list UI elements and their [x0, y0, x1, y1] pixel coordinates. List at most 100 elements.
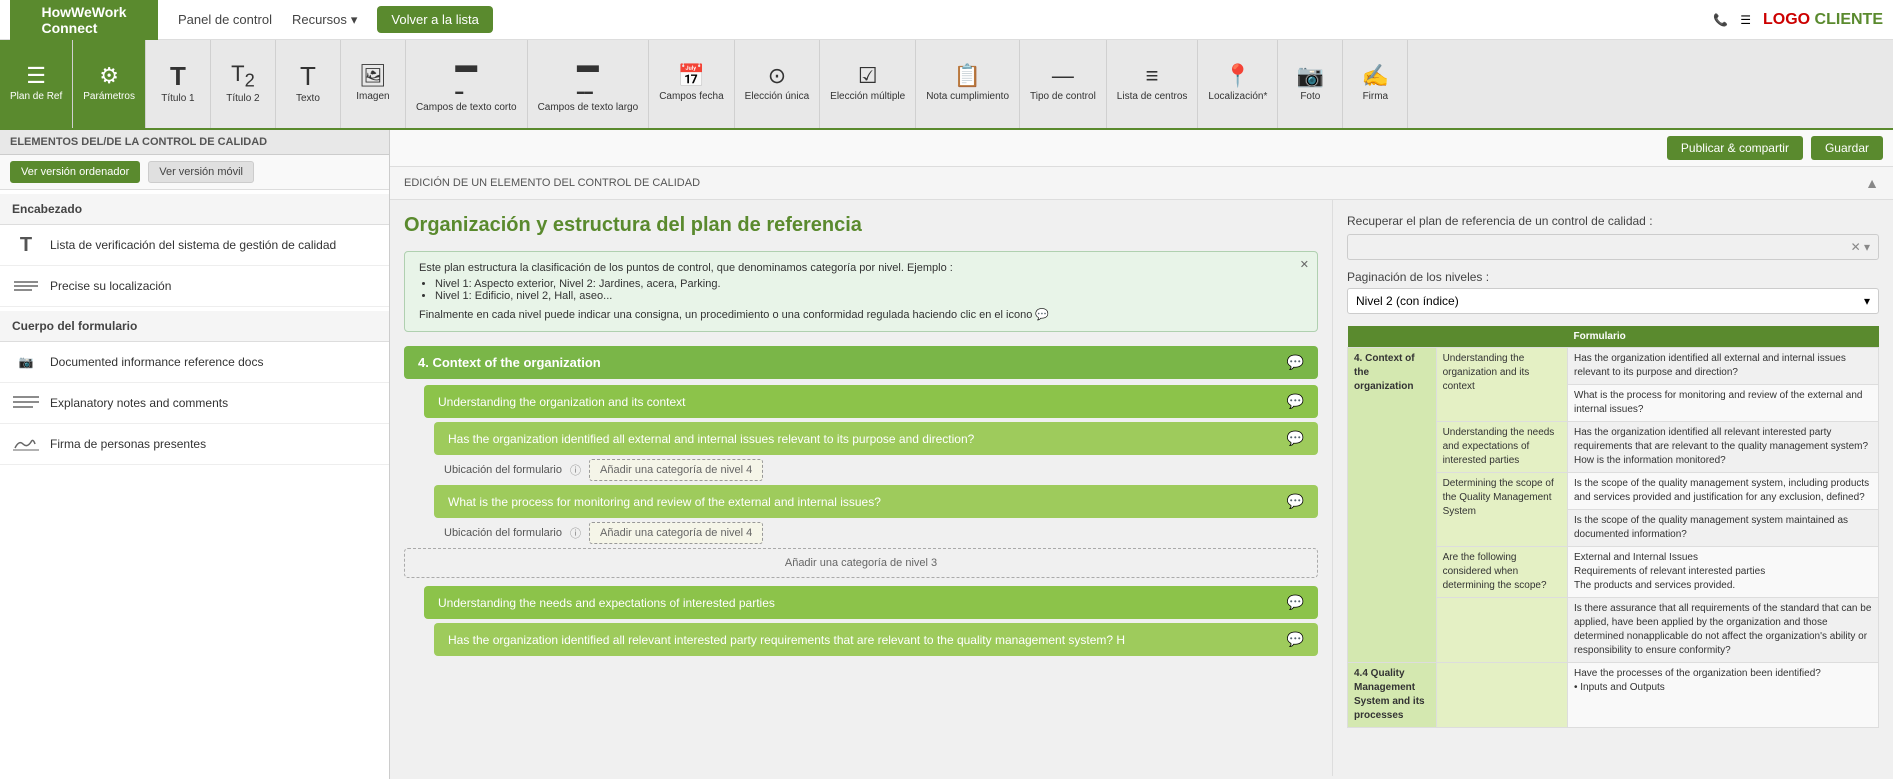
- tab-parametros[interactable]: ⚙ Parámetros: [73, 40, 146, 128]
- level2-44-cell: [1436, 663, 1567, 728]
- form-loc-row-1: Ubicación del formulario ⓘ Añadir una ca…: [444, 459, 1318, 481]
- form-loc-input-2[interactable]: Añadir una categoría de nivel 4: [589, 522, 763, 544]
- imagen-icon: 🖼: [359, 65, 387, 87]
- campos-corto-label: Campos de texto corto: [416, 102, 517, 114]
- form-loc-input-1[interactable]: Añadir una categoría de nivel 4: [589, 459, 763, 481]
- field-explanatory[interactable]: Explanatory notes and comments: [0, 383, 389, 424]
- info-bullet-1: Nivel 1: Aspecto exterior, Nivel 2: Jard…: [435, 278, 1303, 290]
- table-row: 4. Context of the organization Understan…: [1348, 348, 1879, 385]
- tab-imagen[interactable]: 🖼 Imagen: [341, 40, 406, 128]
- editor-title-label: EDICIÓN DE UN ELEMENTO DEL CONTROL DE CA…: [404, 177, 700, 189]
- info-bullet-2: Nivel 1: Edificio, nivel 2, Hall, aseo..…: [435, 290, 1303, 302]
- toolbar: ☰ Plan de Ref ⚙ Parámetros T Título 1 T2…: [0, 40, 1893, 130]
- level2-needs-cell: Understanding the needs and expectations…: [1436, 422, 1567, 473]
- q4-cell: Is the scope of the quality management s…: [1568, 473, 1879, 510]
- field-lista-verificacion[interactable]: T Lista de verificación del sistema de g…: [0, 225, 389, 266]
- tab-campos-fecha[interactable]: 📅 Campos fecha: [649, 40, 734, 128]
- tree-level1-context[interactable]: 4. Context of the organization 💬: [404, 346, 1318, 379]
- chat-icon-2: 💬: [1287, 393, 1304, 410]
- top-nav: HowWeWorkConnect Panel de control Recurs…: [0, 0, 1893, 40]
- field-documented-label: Documented informance reference docs: [50, 355, 263, 369]
- editor-title-bar: EDICIÓN DE UN ELEMENTO DEL CONTROL DE CA…: [390, 167, 1893, 200]
- tab-localizacion[interactable]: 📍 Localización*: [1198, 40, 1278, 128]
- level2-scope-cell: Determining the scope of the Quality Man…: [1436, 473, 1567, 547]
- eleccion-unica-icon: ⊙: [768, 65, 786, 87]
- logo-text: HowWeWorkConnect: [41, 4, 126, 36]
- field-precise-label: Precise su localización: [50, 279, 171, 293]
- info-box-close[interactable]: ✕: [1300, 258, 1309, 271]
- publish-button[interactable]: Publicar & compartir: [1667, 136, 1803, 160]
- recuperar-clear[interactable]: ✕ ▾: [1851, 240, 1870, 254]
- imagen-label: Imagen: [356, 91, 389, 103]
- titulo1-label: Título 1: [161, 93, 194, 105]
- field-documented[interactable]: 📷 Documented informance reference docs: [0, 342, 389, 383]
- table-row: 4.4 Quality Management System and its pr…: [1348, 663, 1879, 728]
- panel-control-link[interactable]: Panel de control: [178, 12, 272, 27]
- texto-icon: T: [300, 63, 316, 89]
- tab-eleccion-unica[interactable]: ⊙ Elección única: [735, 40, 820, 128]
- version-bar: Ver versión ordenador Ver versión móvil: [0, 155, 389, 190]
- tab-foto[interactable]: 📷 Foto: [1278, 40, 1343, 128]
- chat-icon-3: 💬: [1287, 430, 1304, 447]
- params-label: Parámetros: [83, 91, 135, 103]
- tab-firma[interactable]: ✍ Firma: [1343, 40, 1408, 128]
- localizacion-icon: 📍: [1224, 65, 1251, 87]
- campos-fecha-label: Campos fecha: [659, 91, 723, 103]
- paginacion-select[interactable]: Nivel 2 (con índice) ▾: [1347, 288, 1879, 314]
- q5-cell: Is the scope of the quality management s…: [1568, 510, 1879, 547]
- tab-titulo2[interactable]: T2 Título 2: [211, 40, 276, 128]
- recuperar-input[interactable]: ✕ ▾: [1347, 234, 1879, 260]
- campos-largo-label: Campos de texto largo: [538, 102, 639, 114]
- tab-nota[interactable]: 📋 Nota cumplimiento: [916, 40, 1020, 128]
- reference-table: Formulario 4. Context of the organizatio…: [1347, 326, 1879, 728]
- field-lista-label: Lista de verificación del sistema de ges…: [50, 238, 336, 252]
- expand-button[interactable]: ▲: [1865, 175, 1879, 191]
- hamburger-icon[interactable]: ☰: [1740, 13, 1751, 27]
- form-loc-label-2: Ubicación del formulario: [444, 527, 562, 539]
- tree-level3-has-org[interactable]: Has the organization identified all exte…: [434, 422, 1318, 455]
- field-explanatory-label: Explanatory notes and comments: [50, 396, 228, 410]
- section-cuerpo: Cuerpo del formulario: [0, 311, 389, 342]
- campos-largo-icon: ▬▬▬: [577, 54, 599, 98]
- tab-campos-corto[interactable]: ▬▬ Campos de texto corto: [406, 40, 528, 128]
- nota-label: Nota cumplimiento: [926, 91, 1009, 103]
- right-content: Publicar & compartir Guardar EDICIÓN DE …: [390, 130, 1893, 779]
- top-right: 📞 ☰ LOGO CLIENTE: [1713, 11, 1883, 29]
- level2-scope2-cell: Are the following considered when determ…: [1436, 547, 1567, 598]
- info-box: ✕ Este plan estructura la clasificación …: [404, 251, 1318, 332]
- level2-assurance-cell: [1436, 598, 1567, 663]
- editor-area: EDICIÓN DE UN ELEMENTO DEL CONTROL DE CA…: [390, 167, 1893, 779]
- tab-plan-ref[interactable]: ☰ Plan de Ref: [0, 40, 73, 128]
- tab-texto[interactable]: T Texto: [276, 40, 341, 128]
- field-precise-localizacion[interactable]: Precise su localización: [0, 266, 389, 307]
- main-layout: ELEMENTOS DEL/DE LA CONTROL DE CALIDAD V…: [0, 130, 1893, 779]
- volver-button[interactable]: Volver a la lista: [377, 6, 492, 33]
- paginacion-value: Nivel 2 (con índice): [1356, 294, 1459, 308]
- q1-cell: Has the organization identified all exte…: [1568, 348, 1879, 385]
- tab-lista-centros[interactable]: ≡ Lista de centros: [1107, 40, 1199, 128]
- version-movil-btn[interactable]: Ver versión móvil: [148, 161, 254, 183]
- save-button[interactable]: Guardar: [1811, 136, 1883, 160]
- tab-titulo1[interactable]: T Título 1: [146, 40, 211, 128]
- tree-level3-has-all[interactable]: Has the organization identified all rele…: [434, 623, 1318, 656]
- tab-tipo-control[interactable]: — Tipo de control: [1020, 40, 1107, 128]
- logo: HowWeWorkConnect: [10, 0, 158, 40]
- tree-level3-has-all-label: Has the organization identified all rele…: [448, 633, 1125, 647]
- plan-ref-label: Plan de Ref: [10, 91, 62, 103]
- foto-icon: 📷: [1297, 65, 1324, 87]
- tab-eleccion-multiple[interactable]: ☑ Elección múltiple: [820, 40, 916, 128]
- foto-field-icon: 📷: [12, 352, 40, 372]
- left-panel: ELEMENTOS DEL/DE LA CONTROL DE CALIDAD V…: [0, 130, 390, 779]
- version-ordenador-btn[interactable]: Ver versión ordenador: [10, 161, 140, 183]
- tree-level2-needs[interactable]: Understanding the needs and expectations…: [424, 586, 1318, 619]
- recursos-link[interactable]: Recursos ▾: [292, 12, 357, 28]
- add-cat-level3-btn[interactable]: Añadir una categoría de nivel 3: [404, 548, 1318, 578]
- field-firma[interactable]: Firma de personas presentes: [0, 424, 389, 465]
- tree-level2-understanding[interactable]: Understanding the organization and its c…: [424, 385, 1318, 418]
- q6-cell: Is there assurance that all requirements…: [1568, 598, 1879, 663]
- lista-centros-icon: ≡: [1146, 65, 1159, 87]
- tab-campos-largo[interactable]: ▬▬▬ Campos de texto largo: [528, 40, 650, 128]
- form-loc-row-2: Ubicación del formulario ⓘ Añadir una ca…: [444, 522, 1318, 544]
- tree-level3-what-process[interactable]: What is the process for monitoring and r…: [434, 485, 1318, 518]
- firma-field-icon: [12, 434, 40, 454]
